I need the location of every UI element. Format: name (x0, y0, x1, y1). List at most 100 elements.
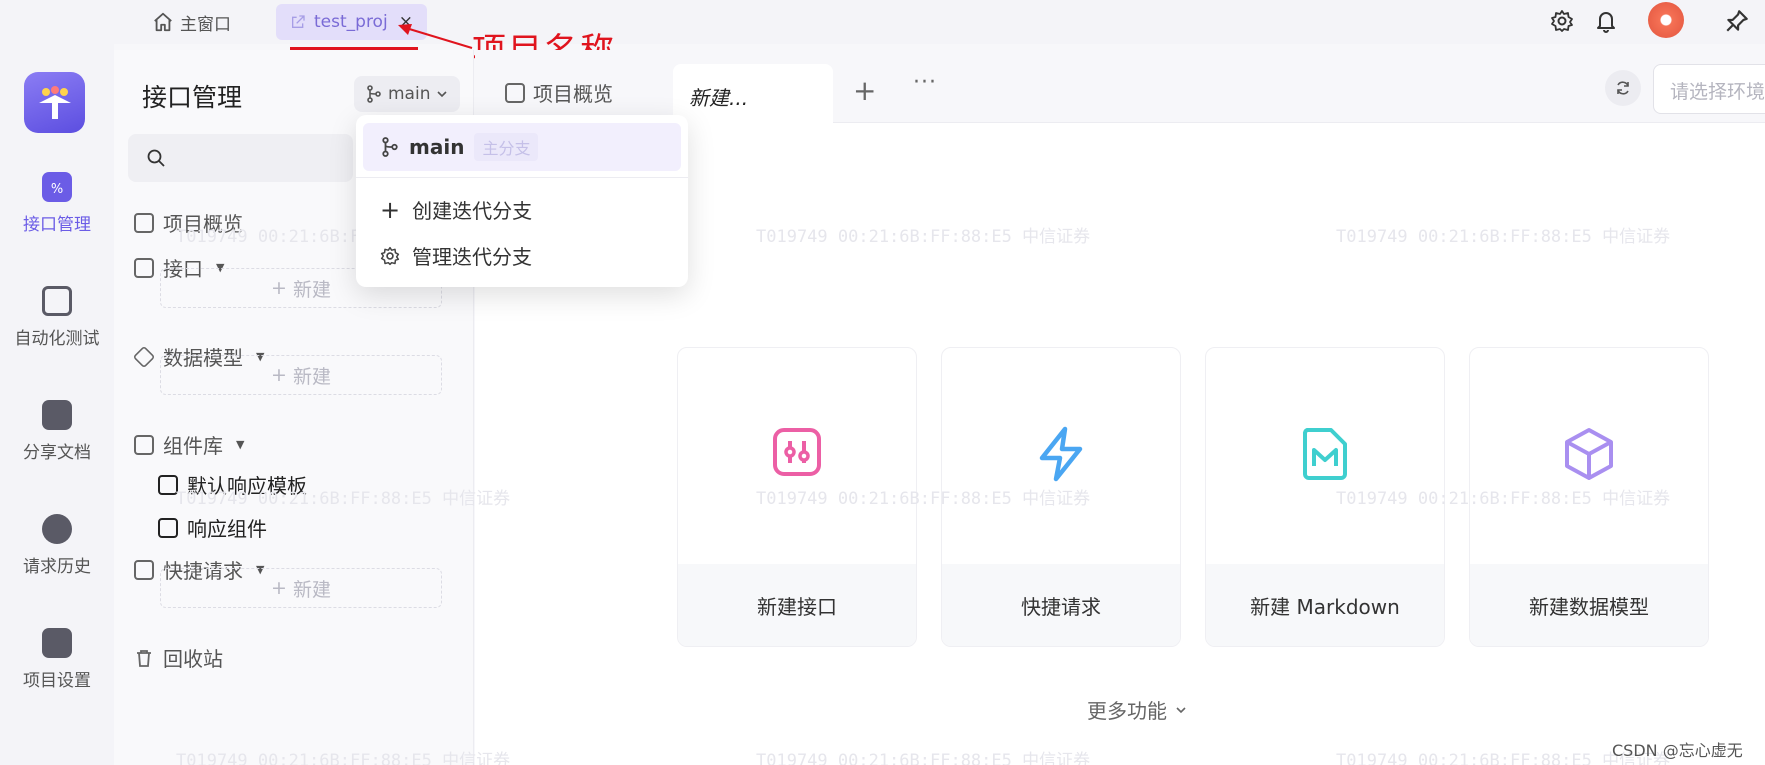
new-model-slot[interactable]: + 新建 (160, 355, 442, 395)
layout-icon (505, 82, 525, 103)
tree-label: 回收站 (163, 647, 223, 671)
divider (356, 177, 688, 178)
new-quick-request-slot[interactable]: + 新建 (160, 568, 442, 608)
share-doc-icon (42, 400, 72, 430)
tab-home-label: 主窗口 (180, 14, 231, 35)
main-branch-badge: 主分支 (474, 133, 539, 161)
create-branch-label: 创建迭代分支 (412, 199, 533, 223)
sidebar-title: 接口管理 (142, 83, 243, 112)
manage-branch-option[interactable]: 管理迭代分支 (380, 241, 532, 270)
api-icon: % (42, 172, 72, 202)
card-new-markdown[interactable]: 新建 Markdown (1205, 347, 1445, 647)
tab-home[interactable]: 主窗口 (152, 8, 231, 36)
title-bar: 主窗口 test_proj × 项目名称 (0, 0, 1765, 71)
tree-label: 默认响应模板 (187, 474, 307, 498)
tab-project-label: test_proj (314, 12, 388, 32)
bell-icon[interactable] (1594, 8, 1618, 34)
tree-item-recycle[interactable]: 回收站 (134, 643, 223, 672)
history-icon (42, 514, 72, 544)
manage-branch-label: 管理迭代分支 (412, 245, 532, 269)
refresh-button[interactable] (1605, 70, 1641, 106)
plus-icon: + (271, 277, 287, 299)
tab-overview-label: 项目概览 (533, 82, 613, 106)
more-features-button[interactable]: 更多功能 (1087, 695, 1187, 724)
card-label: 新建接口 (678, 564, 916, 646)
rail-item-project-settings[interactable]: 项目设置 (0, 628, 114, 691)
add-tab-button[interactable]: + (853, 74, 876, 107)
plus-icon: + (271, 364, 287, 386)
search-input[interactable] (128, 134, 353, 182)
rail-item-label: 接口管理 (23, 215, 91, 235)
more-tabs-button[interactable]: ··· (913, 70, 937, 95)
avatar[interactable] (1648, 2, 1684, 38)
environment-select[interactable]: 请选择环境 (1653, 64, 1765, 114)
tree-item-default-response[interactable]: 默认响应模板 (158, 470, 307, 499)
app-logo (24, 72, 85, 133)
trash-icon (137, 649, 151, 667)
layers-icon (134, 434, 154, 455)
new-label: 新建 (292, 365, 331, 388)
rail-item-share-doc[interactable]: 分享文档 (0, 400, 114, 463)
folder-icon (158, 517, 178, 538)
settings-icon[interactable] (1550, 9, 1574, 33)
chevron-down-icon (1176, 706, 1186, 713)
tree-label: 项目概览 (163, 212, 243, 236)
rail-item-api[interactable]: % 接口管理 (0, 172, 114, 235)
automation-icon (42, 286, 72, 316)
plus-icon: + (380, 195, 401, 224)
rail-item-label: 项目设置 (23, 671, 91, 691)
lightning-icon (134, 559, 154, 580)
refresh-icon (1617, 81, 1629, 95)
branch-dropdown: main 主分支 + 创建迭代分支 管理迭代分支 (356, 115, 688, 287)
cube-icon (132, 345, 156, 368)
lightning-icon (1039, 426, 1083, 482)
search-icon (147, 149, 165, 167)
gear-icon (380, 246, 400, 265)
branch-selector-label: main (388, 84, 431, 104)
card-new-api[interactable]: 新建接口 (677, 347, 917, 647)
svg-text:%: % (51, 182, 63, 197)
more-features-label: 更多功能 (1087, 699, 1167, 723)
create-branch-option[interactable]: + 创建迭代分支 (380, 195, 532, 224)
rail-item-label: 自动化测试 (14, 329, 100, 349)
tab-new[interactable]: 新建... (673, 64, 833, 123)
project-settings-icon (42, 628, 72, 658)
tree-label: 响应组件 (187, 517, 267, 541)
api-icon (773, 428, 821, 476)
markdown-icon (1302, 428, 1347, 480)
credit-text: CSDN @忘心虚无 (1612, 741, 1743, 760)
tab-overview[interactable]: 项目概览 (505, 78, 613, 107)
pin-icon[interactable] (1724, 8, 1750, 34)
annotation-arrow-icon (398, 24, 473, 49)
main-tab-bar: 项目概览 新建... + ··· 请选择环境 (475, 50, 1765, 123)
quick-actions: 新建接口 快捷请求 新建 Markdown 新建数据模型 (677, 347, 1709, 647)
rail-item-label: 请求历史 (23, 557, 91, 577)
branch-selector[interactable]: main (354, 76, 460, 112)
card-quick-request[interactable]: 快捷请求 (941, 347, 1181, 647)
rail-item-history[interactable]: 请求历史 (0, 514, 114, 577)
tree-item-components[interactable]: 组件库 ▼ (134, 430, 244, 459)
card-label: 快捷请求 (942, 564, 1180, 646)
card-new-data-model[interactable]: 新建数据模型 (1469, 347, 1709, 647)
rail-item-label: 分享文档 (23, 443, 91, 463)
branch-option-main[interactable]: main 主分支 (363, 123, 681, 171)
chevron-down-icon (437, 91, 448, 98)
card-label: 新建 Markdown (1206, 564, 1444, 646)
branch-icon (382, 137, 398, 157)
new-label: 新建 (292, 278, 331, 301)
plus-icon: + (271, 577, 287, 599)
api-icon (134, 257, 154, 278)
tree-item-response-component[interactable]: 响应组件 (158, 513, 267, 542)
caret-down-icon: ▼ (236, 438, 245, 451)
new-label: 新建 (292, 578, 331, 601)
external-link-icon (292, 15, 305, 28)
rail-item-automation[interactable]: 自动化测试 (0, 286, 114, 349)
tree-item-overview[interactable]: 项目概览 (134, 208, 243, 237)
response-template-icon (158, 474, 178, 495)
branch-icon (367, 85, 381, 103)
layout-icon (134, 212, 154, 233)
branch-name: main (409, 135, 465, 159)
card-label: 新建数据模型 (1470, 564, 1708, 646)
home-icon (154, 12, 172, 32)
logo-icon (38, 85, 71, 119)
